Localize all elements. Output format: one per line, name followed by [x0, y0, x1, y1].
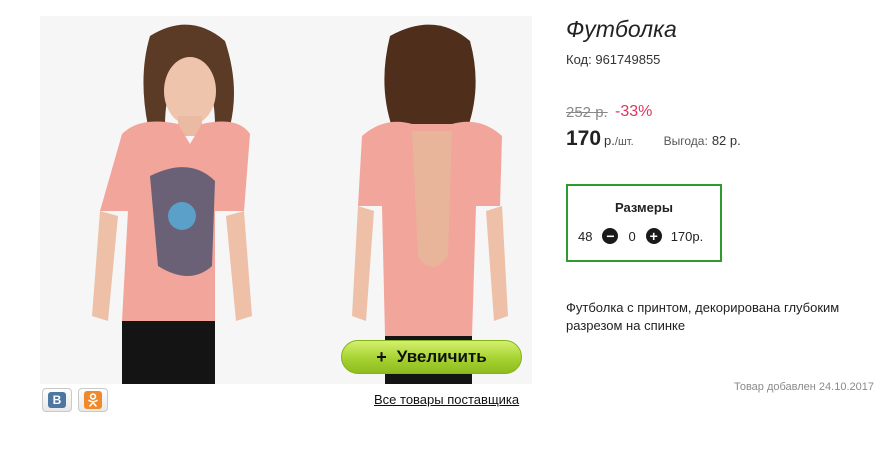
price-row: 170 р. /шт. Выгода: 82 р. — [566, 127, 741, 151]
benefit-label: Выгода: — [663, 134, 708, 148]
all-supplier-products-link[interactable]: Все товары поставщика — [374, 392, 519, 407]
product-description: Футболка с принтом, декорирована глубоки… — [566, 300, 840, 333]
sizes-box: Размеры 48 − 0 + 170р. — [566, 184, 722, 262]
date-added: Товар добавлен 24.10.2017 — [733, 381, 874, 393]
vk-icon: В — [48, 392, 66, 408]
vk-share-button[interactable]: В — [42, 388, 72, 412]
sizes-title: Размеры — [615, 200, 673, 215]
quantity-value[interactable]: 0 — [628, 229, 635, 244]
product-code-value: 961749855 — [595, 52, 661, 67]
product-photo[interactable]: + Увеличить — [40, 16, 532, 384]
odnoklassniki-share-button[interactable] — [78, 388, 108, 412]
price-per-unit: /шт. — [614, 136, 634, 148]
size-price: 170р. — [670, 228, 704, 244]
old-price: 252 р. — [566, 104, 608, 121]
benefit-value: 82 р. — [711, 133, 741, 148]
decrease-quantity-button[interactable]: − — [602, 228, 619, 244]
discount-badge: -33% — [615, 103, 653, 120]
increase-quantity-button[interactable]: + — [645, 228, 662, 244]
odnoklassniki-icon — [84, 391, 102, 409]
zoom-button[interactable]: + Увеличить — [341, 340, 522, 374]
social-share: В — [42, 388, 108, 412]
size-row: 48 − 0 + 170р. — [578, 228, 703, 244]
product-code-label: Код: — [566, 52, 592, 67]
product-title: Футболка — [566, 16, 677, 42]
zoom-label: Увеличить — [396, 347, 487, 366]
size-value: 48 — [578, 228, 593, 244]
price-currency: р. — [604, 133, 615, 148]
product-image — [40, 16, 532, 384]
price-value: 170 — [566, 127, 602, 150]
plus-icon: + — [376, 346, 387, 367]
product-code: Код: 961749855 — [566, 52, 660, 67]
